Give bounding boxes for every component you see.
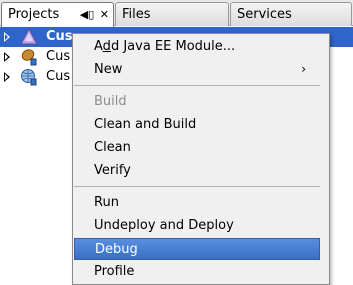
menu-item-profile[interactable]: Profile (74, 261, 320, 283)
menu-item-label: New (94, 62, 123, 77)
menu-item-clean[interactable]: Clean (74, 137, 320, 159)
menu-item-debug[interactable]: Debug (74, 238, 320, 260)
tab-files[interactable]: Files (115, 2, 229, 26)
tab-projects-label: Projects (8, 7, 60, 22)
tree-row-label: Cus (46, 29, 73, 44)
tab-services[interactable]: Services (230, 2, 352, 26)
menu-item-add-java-ee-module[interactable]: Add Java EE Module... (74, 36, 320, 58)
menu-item-label: Add Java EE Module... (94, 39, 236, 54)
menu-item-verify[interactable]: Verify (74, 160, 320, 182)
tab-strip: Projects ◀▯ ✕ Files Services (0, 0, 353, 27)
enterprise-project-icon (20, 28, 38, 45)
menu-item-label: Debug (95, 242, 138, 257)
web-module-icon (21, 69, 37, 86)
menu-item-label: Verify (94, 163, 131, 178)
tab-services-label: Services (237, 7, 292, 22)
menu-item-new[interactable]: New › (74, 59, 320, 81)
menu-item-label: Run (94, 195, 119, 210)
menu-separator (74, 186, 320, 187)
context-menu: Add Java EE Module... New › Build Clean … (72, 33, 330, 285)
tree-row-label: Cus (46, 49, 71, 64)
tree-row-label: Cus (46, 69, 71, 84)
ejb-module-icon (21, 49, 37, 66)
menu-item-clean-and-build[interactable]: Clean and Build (74, 114, 320, 136)
menu-separator (74, 85, 320, 86)
close-icon[interactable]: ✕ (100, 8, 109, 21)
menu-item-run[interactable]: Run (74, 192, 320, 214)
submenu-arrow-icon: › (301, 62, 306, 76)
expand-arrow-icon[interactable] (4, 32, 10, 42)
tab-projects[interactable]: Projects ◀▯ ✕ (1, 2, 114, 27)
menu-item-label: Build (94, 94, 127, 109)
expand-arrow-icon[interactable] (4, 52, 10, 62)
expand-arrow-icon[interactable] (4, 72, 10, 82)
menu-item-label: Undeploy and Deploy (94, 218, 234, 233)
menu-item-build: Build (74, 91, 320, 113)
menu-item-label: Clean (94, 140, 131, 155)
tab-files-label: Files (122, 7, 151, 22)
minimize-window-icon[interactable]: ◀▯ (80, 8, 95, 21)
menu-item-label: Clean and Build (94, 117, 197, 132)
menu-item-undeploy-and-deploy[interactable]: Undeploy and Deploy (74, 215, 320, 237)
menu-item-label: Profile (94, 264, 135, 279)
